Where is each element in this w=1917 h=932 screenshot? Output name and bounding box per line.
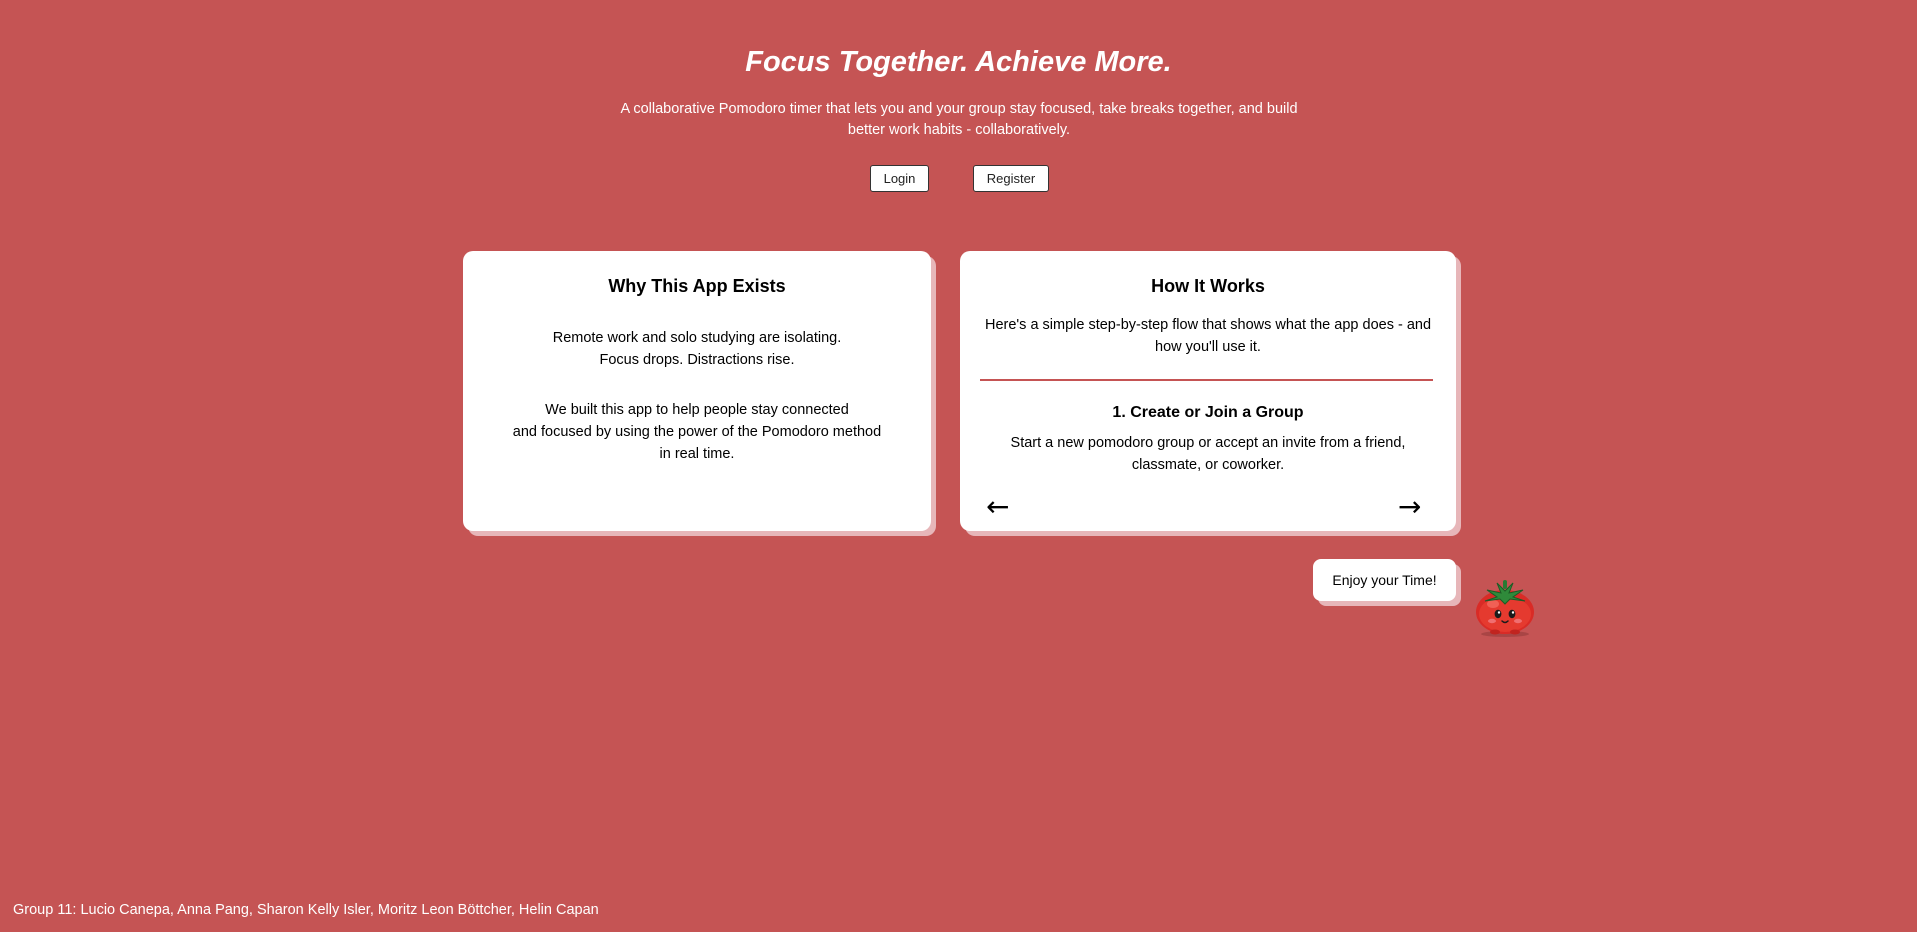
why-card-title: Why This App Exists bbox=[608, 276, 786, 296]
how-card: How It Works Here's a simple step-by-ste… bbox=[960, 251, 1456, 531]
why-card: Why This App Exists Remote work and solo… bbox=[463, 251, 931, 531]
step-desc-line: Start a new pomodoro group or accept an … bbox=[1010, 435, 1406, 451]
why-line: Remote work and solo studying are isolat… bbox=[552, 330, 842, 346]
why-line: Focus drops. Distractions rise. bbox=[599, 352, 795, 368]
hero-subtitle-line: A collaborative Pomodoro timer that lets… bbox=[620, 101, 1298, 117]
hero-title: Focus Together. Achieve More. bbox=[745, 46, 1172, 78]
why-paragraph-2: We built this app to help people stay co… bbox=[463, 399, 931, 465]
step-description: Start a new pomodoro group or accept an … bbox=[990, 432, 1426, 476]
speech-bubble: Enjoy your Time! bbox=[1313, 559, 1456, 601]
why-paragraph-1: Remote work and solo studying are isolat… bbox=[463, 327, 931, 371]
login-button[interactable]: Login bbox=[870, 165, 929, 192]
how-intro-line: how you'll use it. bbox=[1155, 339, 1261, 355]
divider bbox=[980, 379, 1433, 381]
how-card-title: How It Works bbox=[1151, 276, 1265, 296]
how-intro: Here's a simple step-by-step flow that s… bbox=[980, 314, 1436, 358]
step-desc-line: classmate, or coworker. bbox=[1131, 457, 1285, 473]
tomato-mascot-icon bbox=[1476, 580, 1534, 637]
how-intro-line: Here's a simple step-by-step flow that s… bbox=[984, 317, 1432, 333]
footer-credits: Group 11: Lucio Canepa, Anna Pang, Sharo… bbox=[13, 902, 599, 918]
why-line: in real time. bbox=[659, 446, 735, 462]
hero-subtitle: A collaborative Pomodoro timer that lets… bbox=[618, 99, 1300, 141]
why-line: We built this app to help people stay co… bbox=[545, 402, 849, 418]
arrow-right-icon[interactable]: → bbox=[1398, 493, 1421, 521]
step-title: 1. Create or Join a Group bbox=[1112, 404, 1304, 421]
hero-subtitle-line: better work habits - collaboratively. bbox=[847, 122, 1071, 138]
register-button[interactable]: Register bbox=[973, 165, 1049, 192]
arrow-left-icon[interactable]: ← bbox=[986, 493, 1009, 521]
why-line: and focused by using the power of the Po… bbox=[512, 424, 882, 440]
